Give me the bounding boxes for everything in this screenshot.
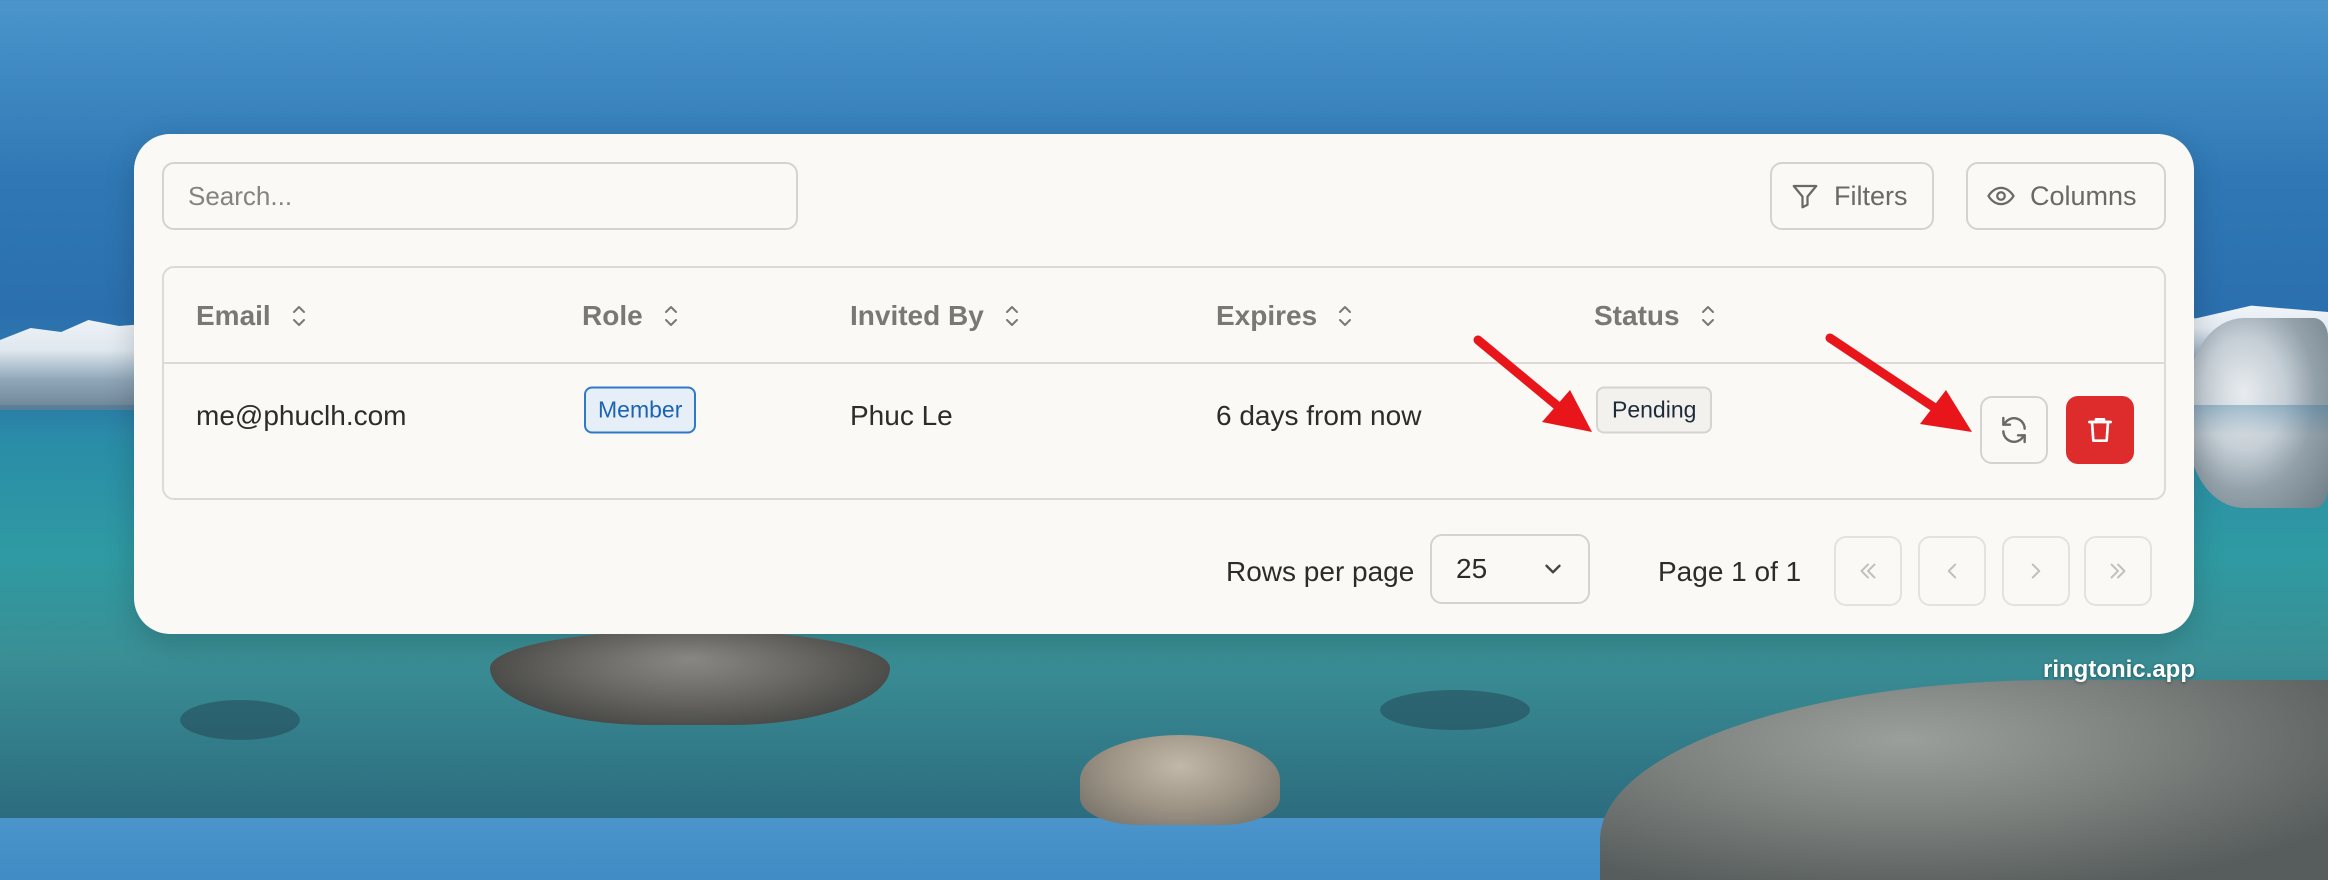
background-rock: [1080, 735, 1280, 825]
refresh-icon: [2002, 416, 2026, 444]
page-info: Page 1 of 1: [1658, 556, 1802, 587]
rows-per-page-select[interactable]: 25: [1430, 534, 1590, 604]
filters-button[interactable]: Filters: [1770, 162, 1934, 230]
next-page-icon: [2031, 563, 2041, 579]
filters-label: Filters: [1834, 180, 1908, 211]
filter-icon: [1792, 184, 1818, 209]
search-input[interactable]: [162, 162, 798, 230]
delete-invite-button[interactable]: [2066, 396, 2134, 464]
background-rock: [490, 630, 890, 725]
role-badge: Member: [584, 386, 697, 434]
sort-icon: [1005, 306, 1018, 326]
columns-button[interactable]: Columns: [1966, 162, 2166, 230]
column-header-email[interactable]: Email: [196, 300, 309, 332]
invitations-panel: Filters Columns Email Role Invited By Ex…: [134, 134, 2194, 634]
cell-expires: 6 days from now: [1216, 400, 1422, 431]
rows-per-page-value: 25: [1456, 553, 1488, 584]
rows-per-page-label: Rows per page: [1226, 556, 1415, 587]
sort-icon: [664, 306, 677, 326]
status-badge: Pending: [1596, 386, 1713, 434]
background-rocks: [2188, 318, 2328, 508]
eye-icon: [1987, 186, 2015, 206]
cell-email: me@phuclh.com: [196, 400, 407, 431]
resend-invite-button[interactable]: [1980, 396, 2048, 464]
trash-icon: [2088, 418, 2112, 442]
first-page-icon: [1860, 563, 1876, 579]
column-header-role[interactable]: Role: [582, 300, 681, 332]
previous-page-icon: [1947, 563, 1957, 579]
cell-invited-by: Phuc Le: [850, 400, 953, 431]
sort-icon: [292, 306, 305, 326]
background-rock: [1600, 680, 2328, 880]
columns-label: Columns: [2030, 180, 2137, 211]
sort-icon: [1701, 306, 1714, 326]
last-page-button[interactable]: [2084, 536, 2152, 606]
column-header-invited-by[interactable]: Invited By: [850, 300, 1022, 332]
first-page-button[interactable]: [1834, 536, 1902, 606]
column-header-expires[interactable]: Expires: [1216, 300, 1355, 332]
column-header-status[interactable]: Status: [1594, 300, 1718, 332]
table-header: Email Role Invited By Expires Status: [164, 268, 2164, 364]
previous-page-button[interactable]: [1918, 536, 1986, 606]
watermark: ringtonic.app: [2043, 656, 2195, 683]
sort-icon: [1339, 306, 1352, 326]
chevron-down-icon: [1545, 564, 1561, 574]
invitations-table: Email Role Invited By Expires Status me@…: [162, 266, 2166, 500]
next-page-button[interactable]: [2002, 536, 2070, 606]
last-page-icon: [2110, 563, 2126, 579]
